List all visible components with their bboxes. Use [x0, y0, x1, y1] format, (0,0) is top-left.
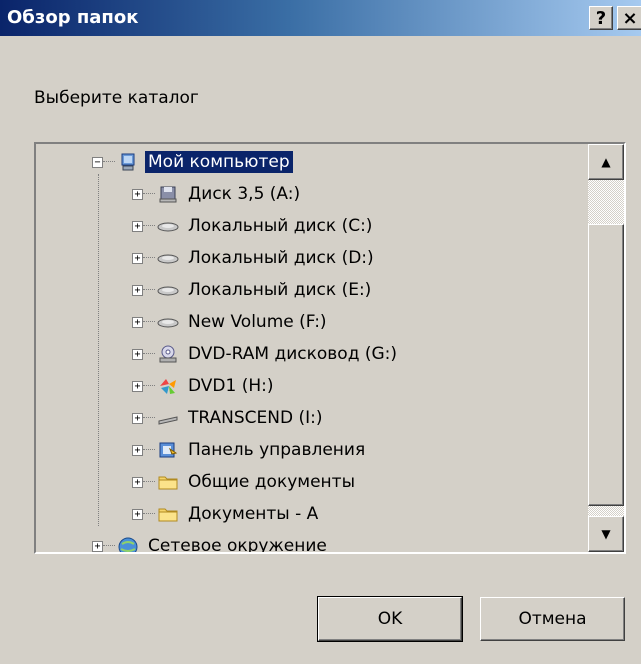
scroll-thumb[interactable]: [588, 224, 624, 506]
tree-dots: [143, 449, 155, 451]
tree-item-label: Общие документы: [188, 472, 355, 492]
my-computer-icon: [117, 152, 139, 172]
arrow-up-icon: ▲: [601, 155, 611, 169]
window-title: Обзор папок: [7, 7, 139, 28]
tree-item-label: Панель управления: [188, 440, 366, 460]
dvd-autorun-icon: [157, 376, 179, 396]
expand-toggle[interactable]: +: [132, 476, 143, 488]
tree-dots: [143, 385, 155, 387]
tree-item-label: Локальный диск (E:): [188, 280, 372, 300]
vertical-scrollbar[interactable]: ▲ ▼: [588, 144, 624, 552]
tree-item[interactable]: + TRANSCEND (I:): [132, 403, 325, 433]
tree-item[interactable]: + Локальный диск (C:): [132, 211, 375, 241]
tree-item-my-computer[interactable]: − Мой компьютер: [92, 147, 293, 177]
expand-toggle[interactable]: +: [132, 252, 143, 264]
tree-dots: [143, 321, 155, 323]
help-button[interactable]: ?: [589, 6, 613, 30]
tree-dots: [143, 481, 155, 483]
expand-toggle[interactable]: +: [132, 316, 143, 328]
expand-toggle[interactable]: +: [132, 188, 143, 200]
tree-dots: [143, 417, 155, 419]
tree-item-label: Мой компьютер: [145, 151, 293, 173]
tree-item[interactable]: + Локальный диск (D:): [132, 243, 377, 273]
collapse-toggle[interactable]: −: [92, 156, 103, 168]
tree-dots: [143, 353, 155, 355]
floppy-drive-icon: [157, 184, 179, 204]
scroll-down-button[interactable]: ▼: [588, 516, 624, 552]
tree-item-label: Локальный диск (D:): [188, 248, 374, 268]
tree-item[interactable]: + Локальный диск (E:): [132, 275, 374, 305]
tree-item-network[interactable]: + Сетевое окружение: [92, 531, 330, 554]
tree-item[interactable]: + Документы - A: [132, 499, 321, 529]
title-bar[interactable]: Обзор папок ? ×: [0, 0, 641, 36]
expand-toggle[interactable]: +: [132, 508, 143, 520]
tree-item-label: New Volume (F:): [188, 312, 327, 332]
tree-item-label: Диск 3,5 (A:): [188, 184, 301, 204]
dvd-drive-icon: [157, 344, 179, 364]
network-icon: [117, 536, 139, 552]
tree-item-label: DVD1 (H:): [188, 376, 274, 396]
tree-item[interactable]: + New Volume (F:): [132, 307, 330, 337]
close-button[interactable]: ×: [617, 6, 641, 30]
tree-dots: [143, 225, 155, 227]
expand-toggle[interactable]: +: [132, 284, 143, 296]
tree-dots: [143, 193, 155, 195]
folder-icon: [157, 472, 179, 492]
folder-tree[interactable]: − Мой компьютер + Диск 3,5 (A:) + Локальный…: [34, 142, 626, 554]
hard-drive-icon: [157, 280, 179, 300]
expand-toggle[interactable]: +: [92, 540, 103, 552]
tree-item-label: Сетевое окружение: [148, 536, 327, 554]
tree-dots: [103, 161, 115, 163]
tree-item[interactable]: + DVD-RAM дисковод (G:): [132, 339, 400, 369]
hard-drive-icon: [157, 248, 179, 268]
tree-item[interactable]: + Диск 3,5 (A:): [132, 179, 303, 209]
hard-drive-icon: [157, 216, 179, 236]
tree-dots: [143, 513, 155, 515]
tree-item-label: Документы - A: [188, 504, 319, 524]
folder-icon: [157, 504, 179, 524]
expand-toggle[interactable]: +: [132, 412, 143, 424]
tree-item-label: Локальный диск (C:): [188, 216, 373, 236]
scroll-up-button[interactable]: ▲: [588, 144, 624, 180]
tree-item[interactable]: + Панель управления: [132, 435, 368, 465]
expand-toggle[interactable]: +: [132, 380, 143, 392]
tree-item-label: DVD-RAM дисковод (G:): [188, 344, 398, 364]
cancel-button[interactable]: Отмена: [480, 597, 625, 641]
tree-item[interactable]: + DVD1 (H:): [132, 371, 277, 401]
arrow-down-icon: ▼: [601, 527, 611, 541]
expand-toggle[interactable]: +: [132, 220, 143, 232]
hard-drive-icon: [157, 312, 179, 332]
tree-item-label: TRANSCEND (I:): [188, 408, 323, 428]
tree-dots: [103, 545, 115, 547]
ok-button[interactable]: OK: [317, 596, 463, 642]
removable-drive-icon: [157, 408, 179, 428]
expand-toggle[interactable]: +: [132, 348, 143, 360]
tree-connector: [98, 174, 100, 526]
prompt-label: Выберите каталог: [34, 88, 199, 108]
tree-dots: [143, 289, 155, 291]
tree-dots: [143, 257, 155, 259]
control-panel-icon: [157, 440, 179, 460]
tree-item[interactable]: + Общие документы: [132, 467, 358, 497]
expand-toggle[interactable]: +: [132, 444, 143, 456]
